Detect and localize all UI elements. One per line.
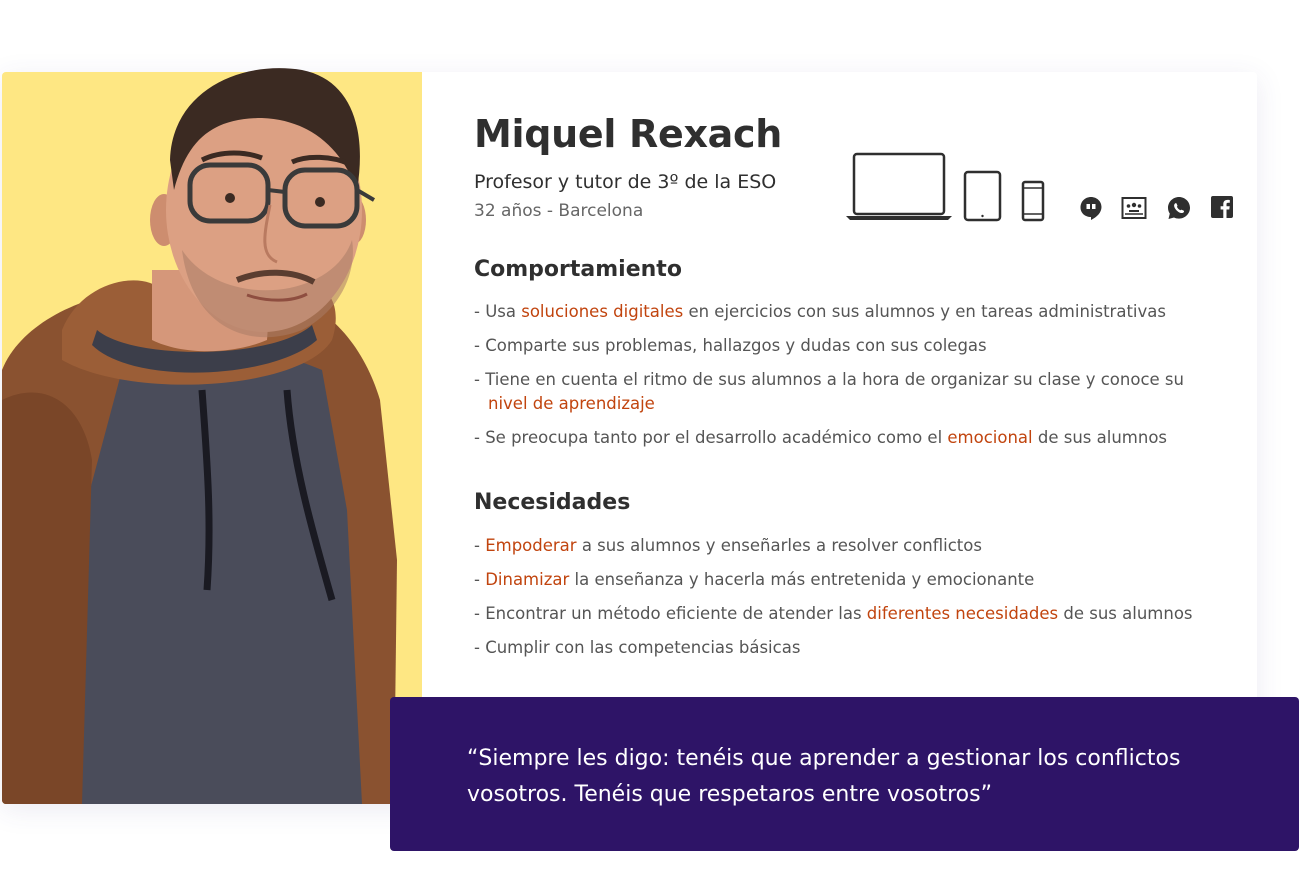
quote-line-1: “Siempre les digo: tenéis que aprender a… xyxy=(467,746,1181,771)
list-item: - Dinamizar la enseñanza y hacerla más e… xyxy=(474,570,1035,589)
list-item: - Empoderar a sus alumnos y enseñarles a… xyxy=(474,536,982,555)
facebook-icon xyxy=(1210,195,1236,221)
quote-line-2: vosotros. Tenéis que respetaros entre vo… xyxy=(467,782,992,807)
persona-photo xyxy=(2,40,422,804)
hangouts-icon xyxy=(1078,195,1104,221)
quote-box: “Siempre les digo: tenéis que aprender a… xyxy=(390,697,1299,851)
smartphone-icon xyxy=(1021,180,1045,226)
list-item: - Encontrar un método eficiente de atend… xyxy=(474,604,1193,623)
list-item: - Tiene en cuenta el ritmo de sus alumno… xyxy=(474,370,1184,413)
behavior-list: - Usa soluciones digitales en ejercicios… xyxy=(474,300,1234,450)
list-item: - Usa soluciones digitales en ejercicios… xyxy=(474,302,1166,321)
whatsapp-icon xyxy=(1166,195,1192,221)
behavior-title: Comportamiento xyxy=(474,257,682,282)
list-item: - Cumplir con las competencias básicas xyxy=(474,638,801,657)
needs-list: - Empoderar a sus alumnos y enseñarles a… xyxy=(474,534,1234,670)
quote-text: “Siempre les digo: tenéis que aprender a… xyxy=(467,741,1267,813)
needs-title: Necesidades xyxy=(474,490,631,515)
persona-name: Miquel Rexach xyxy=(474,112,782,156)
list-item: - Se preocupa tanto por el desarrollo ac… xyxy=(474,428,1168,447)
tablet-icon xyxy=(963,170,1003,226)
google-classroom-icon xyxy=(1121,195,1147,221)
list-item: - Comparte sus problemas, hallazgos y du… xyxy=(474,336,987,355)
laptop-icon xyxy=(846,152,952,226)
